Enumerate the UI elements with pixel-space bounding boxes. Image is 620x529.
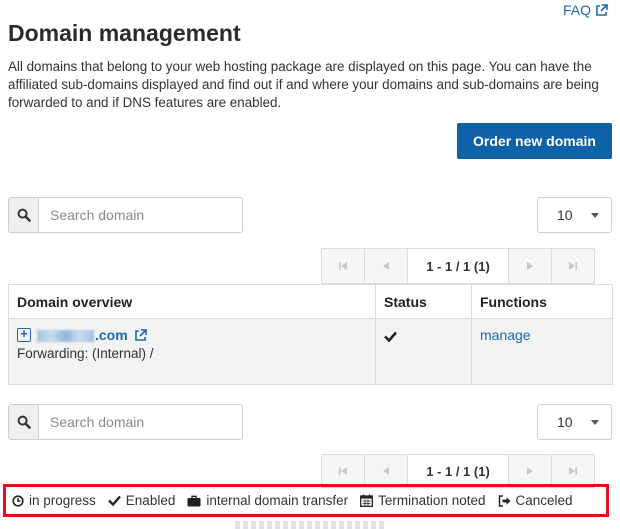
domain-table: Domain overview Status Functions + .com … (8, 284, 613, 385)
expand-plus-icon[interactable]: + (17, 327, 31, 342)
page-size-value: 10 (557, 207, 573, 223)
status-cell (375, 318, 472, 385)
caret-down-icon (591, 419, 599, 425)
clock-icon (12, 494, 24, 507)
pagination-info: 1 - 1 / 1 (1) (407, 454, 509, 488)
legend-label: Canceled (515, 493, 573, 508)
search-icon[interactable] (9, 198, 39, 232)
first-page-icon (339, 467, 347, 475)
next-page-button[interactable] (508, 248, 552, 284)
manage-link[interactable]: manage (480, 327, 531, 343)
search-input-bottom[interactable] (39, 405, 242, 439)
last-page-button[interactable] (551, 454, 595, 488)
faq-label: FAQ (562, 2, 591, 18)
forwarding-text: Forwarding: (Internal) / (17, 346, 154, 361)
search-icon[interactable] (9, 405, 39, 439)
table-row: + .com Forwarding: (Internal) / manage (8, 318, 613, 385)
legend-item-in-progress: in progress (12, 493, 96, 508)
search-box-bottom (8, 404, 243, 440)
chevron-left-icon (383, 262, 389, 270)
search-box-top (8, 197, 243, 233)
chevron-right-icon (527, 262, 533, 270)
calendar-icon (360, 494, 374, 507)
legend-item-enabled: Enabled (107, 493, 176, 508)
previous-page-button[interactable] (364, 248, 408, 284)
search-input-top[interactable] (39, 198, 242, 232)
first-page-button[interactable] (321, 248, 365, 284)
redacted-domain-name (37, 330, 94, 343)
last-page-icon (569, 262, 577, 270)
functions-cell: manage (471, 318, 613, 385)
legend-label: Enabled (125, 493, 176, 508)
previous-page-button[interactable] (364, 454, 408, 488)
external-link-icon (596, 3, 608, 16)
status-legend: in progress Enabled internal domain tran… (3, 484, 609, 517)
domain-cell: + .com Forwarding: (Internal) / (8, 318, 376, 385)
last-page-button[interactable] (551, 248, 595, 284)
column-header-status: Status (375, 284, 472, 319)
external-link-icon[interactable] (134, 328, 147, 342)
page-size-select-top[interactable]: 10 (537, 197, 612, 233)
order-new-domain-button[interactable]: Order new domain (457, 123, 612, 159)
page-size-select-bottom[interactable]: 10 (537, 404, 612, 440)
page-size-value: 10 (557, 414, 573, 430)
domain-suffix: .com (95, 327, 128, 343)
briefcase-icon (187, 495, 201, 506)
column-header-functions: Functions (471, 284, 613, 319)
sign-out-icon (498, 494, 510, 507)
table-header-row: Domain overview Status Functions (8, 284, 613, 319)
pagination-bottom: 1 - 1 / 1 (1) (321, 454, 599, 488)
check-icon (384, 331, 397, 343)
check-icon (107, 495, 121, 506)
pagination-top: 1 - 1 / 1 (1) (321, 248, 599, 284)
caret-down-icon (591, 212, 599, 218)
legend-label: Termination noted (378, 493, 486, 508)
page-title: Domain management (8, 20, 241, 46)
legend-label: internal domain transfer (206, 493, 349, 508)
legend-item-internal-transfer: internal domain transfer (187, 493, 348, 508)
legend-item-canceled: Canceled (498, 493, 573, 508)
pagination-info: 1 - 1 / 1 (1) (407, 248, 509, 284)
next-page-button[interactable] (508, 454, 552, 488)
domain-link[interactable]: .com (37, 327, 128, 343)
faq-link[interactable]: FAQ (563, 2, 608, 18)
column-header-domain: Domain overview (8, 284, 376, 319)
page-description: All domains that belong to your web host… (8, 59, 599, 110)
last-page-icon (569, 467, 577, 475)
cropped-footer-text (235, 521, 385, 529)
chevron-right-icon (527, 467, 533, 475)
legend-item-termination-noted: Termination noted (360, 493, 486, 508)
first-page-button[interactable] (321, 454, 365, 488)
legend-label: in progress (29, 493, 96, 508)
chevron-left-icon (383, 467, 389, 475)
first-page-icon (339, 262, 347, 270)
